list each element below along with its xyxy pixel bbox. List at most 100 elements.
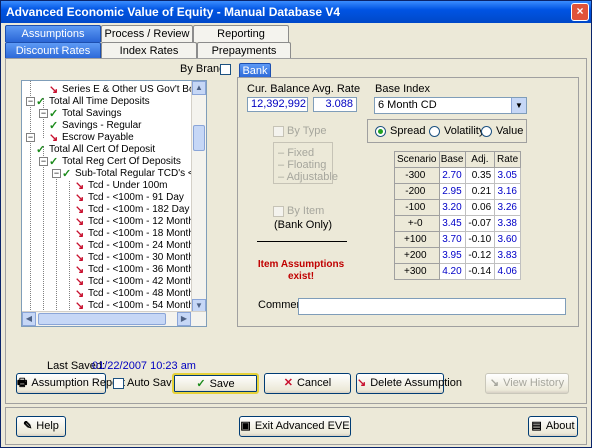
tree-horizontal-scrollbar[interactable]: ◀ ▶: [22, 311, 206, 326]
exit-button[interactable]: ▣ Exit Advanced EVE: [239, 416, 351, 437]
grid-row[interactable]: +200 3.95 -0.12 3.83: [394, 247, 521, 264]
tree-item[interactable]: ↘ Escrow Payable: [49, 132, 134, 144]
cell-base[interactable]: 3.70: [438, 231, 466, 248]
grid-row[interactable]: -100 3.20 0.06 3.26: [394, 199, 521, 216]
tree-vertical-scrollbar[interactable]: ▲ ▼: [191, 81, 206, 313]
option-floating[interactable]: – Floating: [278, 159, 326, 171]
comment-field[interactable]: [298, 298, 566, 315]
cell-rate[interactable]: 3.38: [494, 215, 521, 232]
option-adjustable[interactable]: – Adjustable: [278, 171, 338, 183]
main-window: Advanced Economic Value of Equity - Manu…: [0, 0, 592, 448]
bank-only-label: (Bank Only): [274, 219, 333, 231]
red-arrow-icon: ↘: [357, 377, 367, 389]
view-history-button[interactable]: ↘ View History: [485, 373, 569, 394]
scroll-thumb[interactable]: [193, 125, 205, 151]
grid-row[interactable]: +100 3.70 -0.10 3.60: [394, 231, 521, 248]
tree-item[interactable]: ↘ Tcd - <100m - 182 Day: [75, 204, 189, 216]
grid-row[interactable]: -200 2.95 0.21 3.16: [394, 183, 521, 200]
account-tree[interactable]: − − − − − ↘ Series E & Other US Gov't Bon…: [21, 80, 207, 327]
cell-base[interactable]: 3.45: [438, 215, 466, 232]
cell-rate[interactable]: 4.06: [494, 263, 521, 280]
tree-expander[interactable]: −: [26, 133, 35, 142]
by-branch-checkbox[interactable]: [220, 64, 231, 75]
scroll-right-icon[interactable]: ▶: [177, 312, 191, 326]
tree-item[interactable]: ↘ Series E & Other US Gov't Bond: [49, 84, 206, 96]
radio-spread[interactable]: [375, 126, 386, 137]
tree-item[interactable]: ↘ Tcd - <100m - 36 Month: [75, 264, 194, 276]
cell-base[interactable]: 3.20: [438, 199, 466, 216]
scroll-thumb[interactable]: [38, 313, 166, 325]
tree-item[interactable]: ✓ Total Savings: [37, 108, 121, 120]
tree-item[interactable]: ↘ Tcd - Under 100m: [75, 180, 167, 192]
red-arrow-icon: ↘: [75, 192, 85, 204]
cancel-button[interactable]: ✕ Cancel: [264, 373, 351, 394]
tab-index-rates[interactable]: Index Rates: [101, 42, 197, 59]
tab-bank[interactable]: Bank: [239, 63, 271, 78]
by-type-checkbox[interactable]: [273, 126, 284, 137]
radio-value-label: Value: [496, 125, 524, 137]
cell-adj[interactable]: -0.10: [464, 231, 496, 248]
delete-assumption-button[interactable]: ↘ Delete Assumption: [356, 373, 462, 394]
scroll-up-icon[interactable]: ▲: [192, 81, 206, 95]
by-item-checkbox[interactable]: [273, 206, 284, 217]
scroll-left-icon[interactable]: ◀: [22, 312, 36, 326]
cell-adj[interactable]: 0.21: [464, 183, 496, 200]
tree-item[interactable]: ↘ Tcd - <100m - 91 Day: [75, 192, 184, 204]
close-button[interactable]: ×: [571, 3, 589, 21]
radio-spread-label: Spread: [390, 125, 426, 137]
cell-adj[interactable]: -0.14: [464, 263, 496, 280]
tree-item[interactable]: ✓ Sub-Total Regular TCD's <100M: [50, 168, 207, 180]
cell-base[interactable]: 2.70: [438, 167, 466, 184]
cell-base[interactable]: 2.95: [438, 183, 466, 200]
cell-adj[interactable]: -0.07: [464, 215, 496, 232]
grid-row[interactable]: +300 4.20 -0.14 4.06: [394, 263, 521, 280]
tree-item[interactable]: ✓ Savings - Regular: [49, 120, 141, 132]
tree-item[interactable]: ↘ Tcd - <100m - 24 Month: [75, 240, 194, 252]
auto-save-checkbox[interactable]: [113, 378, 124, 389]
cell-rate[interactable]: 3.05: [494, 167, 521, 184]
scenario-grid[interactable]: Scenario Base Adj. Rate -300 2.70 0.35 3.05…: [394, 151, 521, 280]
red-arrow-icon: ↘: [75, 300, 85, 312]
cell-rate[interactable]: 3.26: [494, 199, 521, 216]
chevron-down-icon[interactable]: ▼: [511, 98, 526, 113]
tab-reporting[interactable]: Reporting: [193, 25, 289, 42]
help-button[interactable]: ✎ Help: [16, 416, 66, 437]
tree-item-label: Sub-Total Regular TCD's <100M: [75, 168, 207, 179]
grid-row[interactable]: -300 2.70 0.35 3.05: [394, 167, 521, 184]
tree-item[interactable]: ✓ Total Reg Cert Of Deposits: [37, 156, 181, 168]
base-index-dropdown[interactable]: 6 Month CD ▼: [374, 97, 527, 114]
red-arrow-icon: ↘: [75, 252, 85, 264]
tree-item[interactable]: ↘ Tcd - <100m - 48 Month: [75, 288, 194, 300]
grid-row[interactable]: +-0 3.45 -0.07 3.38: [394, 215, 521, 232]
history-icon: ↘: [489, 377, 500, 389]
about-button[interactable]: ▤ About: [528, 416, 578, 437]
tree-item-label: Tcd - <100m - 18 Month: [88, 228, 194, 239]
tab-process-review[interactable]: Process / Review: [101, 25, 193, 42]
tree-item[interactable]: ✓ Total All Cert Of Deposit: [24, 144, 155, 156]
tree-item[interactable]: ↘ Tcd - <100m - 18 Month: [75, 228, 194, 240]
tree-item[interactable]: ↘ Tcd - <100m - 42 Month: [75, 276, 194, 288]
cell-base[interactable]: 4.20: [438, 263, 466, 280]
tree-item-label: Tcd - <100m - 36 Month: [88, 264, 194, 275]
by-item-label: By Item: [287, 205, 325, 217]
tab-discount-rates[interactable]: Discount Rates: [5, 42, 101, 59]
assumption-report-button[interactable]: 🖶 Assumption Report: [16, 373, 125, 394]
cell-adj[interactable]: -0.12: [464, 247, 496, 264]
green-check-icon: ✓: [62, 168, 72, 180]
tab-prepayments[interactable]: Prepayments: [197, 42, 291, 59]
tree-item[interactable]: ↘ Tcd - <100m - 30 Month: [75, 252, 194, 264]
tab-assumptions[interactable]: Assumptions: [5, 25, 101, 42]
save-button[interactable]: ✓ Save: [172, 373, 259, 394]
radio-volatility[interactable]: [429, 126, 440, 137]
radio-value[interactable]: [481, 126, 492, 137]
cell-base[interactable]: 3.95: [438, 247, 466, 264]
cell-rate[interactable]: 3.16: [494, 183, 521, 200]
cell-adj[interactable]: 0.35: [464, 167, 496, 184]
tree-item[interactable]: ✓ Total All Time Deposits: [24, 96, 150, 108]
tree-item[interactable]: ↘ Tcd - <100m - 12 Month: [75, 216, 194, 228]
cell-rate[interactable]: 3.60: [494, 231, 521, 248]
warning-line-2: exist!: [287, 271, 315, 282]
cell-adj[interactable]: 0.06: [464, 199, 496, 216]
cell-rate[interactable]: 3.83: [494, 247, 521, 264]
option-fixed[interactable]: – Fixed: [278, 147, 314, 159]
